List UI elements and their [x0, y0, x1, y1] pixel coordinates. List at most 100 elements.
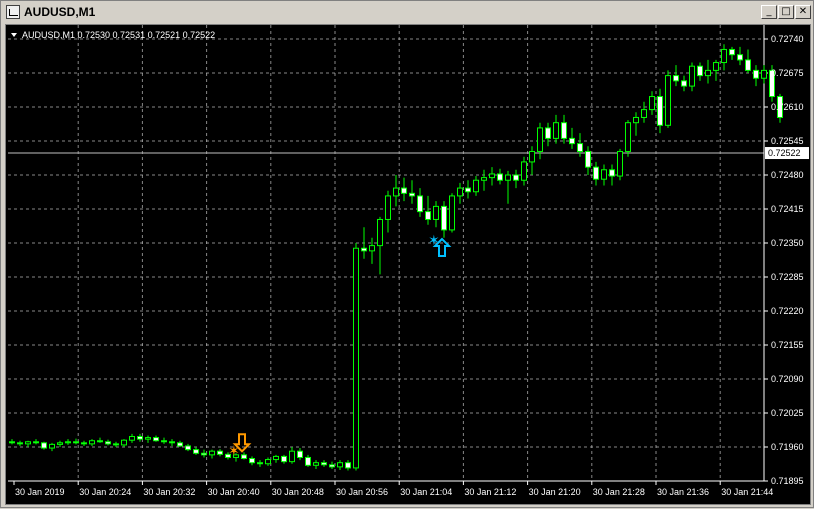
- candle-body: [337, 462, 343, 468]
- candle-body: [513, 174, 519, 181]
- candle-body: [9, 441, 15, 444]
- candle-body: [553, 122, 559, 139]
- candle-body: [57, 442, 63, 445]
- axis-labels: 0.72740 0.72675 0.72610 0.72545 0.72480 0.724…: [15, 34, 809, 497]
- candle-body: [121, 439, 127, 446]
- candle-body: [201, 452, 207, 456]
- candle-body: [673, 75, 679, 82]
- candle-body: [753, 69, 759, 79]
- candle-body: [425, 211, 431, 220]
- y-tick-label: 0.72090: [771, 374, 804, 384]
- candle-body: [169, 441, 175, 444]
- candle-body: [745, 59, 751, 71]
- candle-body: [681, 80, 687, 87]
- buy-star-icon: ✶: [428, 232, 440, 248]
- candle-body: [713, 62, 719, 71]
- candle-body: [761, 69, 767, 79]
- candle-body: [617, 150, 623, 177]
- candle-body: [273, 455, 279, 461]
- candle-body: [633, 116, 639, 124]
- candle-body: [361, 247, 367, 252]
- candle-body: [497, 173, 503, 181]
- y-tick-label: 0.72545: [771, 136, 804, 146]
- candle-body: [129, 436, 135, 441]
- candlestick-series: [9, 44, 783, 471]
- y-tick-label: 0.71895: [771, 476, 804, 486]
- candle-body: [689, 65, 695, 87]
- candle-body: [449, 195, 455, 231]
- candle-body: [537, 127, 543, 152]
- candle-body: [81, 442, 87, 445]
- x-tick-label: 30 Jan 2019: [15, 487, 65, 497]
- candle-body: [41, 442, 47, 449]
- candle-body: [665, 75, 671, 126]
- candle-body: [209, 450, 215, 456]
- candle-body: [65, 441, 71, 444]
- x-tick-label: 30 Jan 20:48: [272, 487, 324, 497]
- minimize-button[interactable]: _: [761, 5, 777, 19]
- candle-body: [249, 458, 255, 464]
- title-bar[interactable]: AUDUSD,M1 _ □ ✕: [2, 2, 812, 22]
- chart-axes: [8, 25, 768, 485]
- candle-body: [393, 187, 399, 197]
- candle-body: [73, 441, 79, 444]
- candle-body: [465, 187, 471, 193]
- candle-body: [409, 192, 415, 197]
- maximize-button[interactable]: □: [778, 5, 794, 19]
- candle-body: [505, 174, 511, 181]
- window-title: AUDUSD,M1: [24, 5, 96, 19]
- candle-body: [489, 173, 495, 179]
- candle-body: [529, 150, 535, 163]
- y-tick-label: 0.71960: [771, 442, 804, 452]
- candle-body: [353, 247, 359, 469]
- candle-body: [265, 459, 271, 465]
- y-tick-label: 0.72025: [771, 408, 804, 418]
- x-tick-label: 30 Jan 20:24: [79, 487, 131, 497]
- candle-body: [257, 462, 263, 465]
- candle-body: [441, 205, 447, 231]
- candle-body: [241, 454, 247, 460]
- current-price-label: 0.72522: [768, 148, 801, 158]
- chart-window: AUDUSD,M1 _ □ ✕ ✶ ✶ 0.72740 0.72675 0.72610…: [0, 0, 814, 508]
- candle-body: [297, 450, 303, 458]
- candle-body: [737, 54, 743, 61]
- candle-body: [585, 150, 591, 168]
- candle-body: [473, 179, 479, 193]
- candle-body: [697, 65, 703, 77]
- candle-body: [145, 437, 151, 440]
- candle-body: [281, 455, 287, 463]
- chart-window-icon[interactable]: [6, 5, 20, 19]
- candle-body: [313, 462, 319, 466]
- chart-area[interactable]: ✶ ✶ 0.72740 0.72675 0.72610 0.72545 0.72480 0.…: [5, 24, 811, 505]
- x-tick-label: 30 Jan 21:36: [657, 487, 709, 497]
- y-tick-label: 0.72610: [771, 102, 804, 112]
- candle-body: [457, 187, 463, 197]
- candle-body: [377, 218, 383, 247]
- candle-body: [97, 440, 103, 443]
- x-tick-label: 30 Jan 20:56: [336, 487, 388, 497]
- close-button[interactable]: ✕: [795, 5, 811, 19]
- y-tick-label: 0.72675: [771, 68, 804, 78]
- price-chart[interactable]: ✶✶ 0.727400.726750.726100.725450.724800.…: [6, 25, 810, 504]
- candle-body: [33, 441, 39, 444]
- y-tick-label: 0.72155: [771, 340, 804, 350]
- candle-body: [641, 109, 647, 118]
- candle-body: [161, 440, 167, 443]
- chart-menu-triangle-icon[interactable]: [11, 33, 17, 37]
- candle-body: [137, 436, 143, 440]
- candle-body: [609, 169, 615, 177]
- candle-body: [721, 48, 727, 64]
- y-tick-label: 0.72350: [771, 238, 804, 248]
- y-tick-label: 0.72480: [771, 170, 804, 180]
- candle-body: [561, 122, 567, 139]
- candle-body: [185, 445, 191, 451]
- candle-body: [329, 464, 335, 468]
- y-tick-label: 0.72415: [771, 204, 804, 214]
- candle-body: [401, 187, 407, 194]
- candle-body: [625, 122, 631, 152]
- candle-body: [369, 245, 375, 252]
- y-tick-label: 0.72220: [771, 306, 804, 316]
- candle-body: [25, 441, 31, 445]
- chart-grid: [8, 25, 764, 482]
- candle-body: [177, 442, 183, 447]
